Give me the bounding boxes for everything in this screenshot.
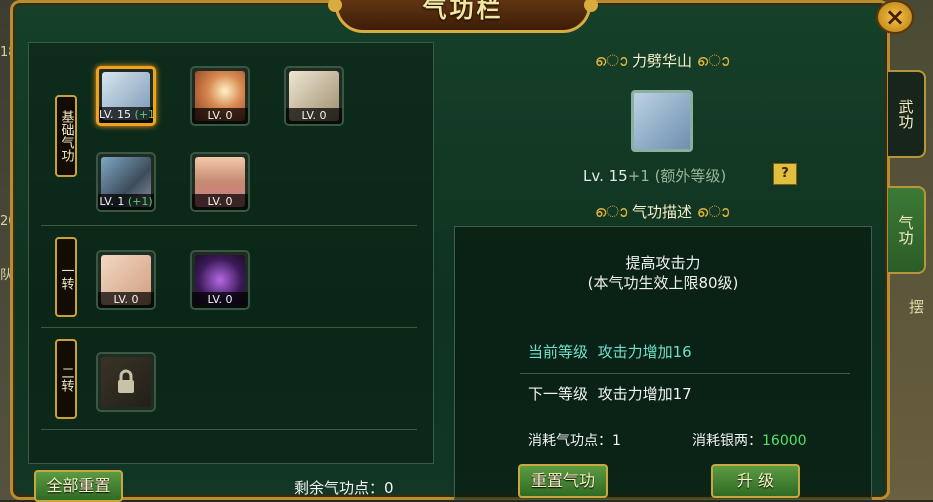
divider	[520, 373, 850, 374]
desc-line-2: (本气功生效上限80级)	[587, 274, 739, 292]
row-divider	[41, 429, 417, 430]
skill-slot-2[interactable]: LV. 0	[190, 66, 250, 126]
lock-icon	[101, 357, 151, 407]
row-divider	[41, 225, 417, 226]
skill-slot-lipi-huashan[interactable]: LV. 15 (+1)	[96, 66, 156, 126]
swirl-ornament-icon: ൊ	[696, 51, 730, 70]
skill-level: LV. 0	[192, 108, 248, 124]
skill-level: LV. 0	[286, 108, 342, 124]
close-button[interactable]: ×	[876, 0, 914, 34]
desc-header: 气功描述	[631, 203, 692, 221]
current-level-row: 当前等级 攻击力增加16	[528, 343, 692, 361]
help-button[interactable]: ?	[773, 163, 797, 185]
edge-text-right: 摆	[909, 298, 925, 316]
desc-line-1: 提高攻击力	[625, 254, 701, 272]
selected-skill-fist-icon	[631, 90, 693, 152]
skill-level: LV. 0	[98, 292, 154, 308]
upgrade-button[interactable]: 升 级	[711, 464, 800, 498]
tab-qigong[interactable]: 气功	[888, 186, 926, 274]
skill-level: LV. 0	[192, 194, 248, 210]
skill-slot-5[interactable]: LV. 0	[190, 152, 250, 212]
skill-level-info: Lv. 15+1 (额外等级)	[583, 167, 727, 185]
detail-title-row: ൊ 力劈华山 ൊ	[562, 50, 762, 71]
swirl-ornament-icon: ൊ	[594, 51, 628, 70]
skill-slot-3[interactable]: LV. 0	[284, 66, 344, 126]
skill-level: LV. 0	[192, 292, 248, 308]
skill-level: LV. 15 (+1)	[99, 107, 156, 123]
skill-slot-6[interactable]: LV. 0	[96, 250, 156, 310]
skill-slot-7[interactable]: LV. 0	[190, 250, 250, 310]
swirl-ornament-icon: ൊ	[696, 202, 730, 221]
reset-all-button[interactable]: 全部重置	[34, 470, 123, 502]
swirl-ornament-icon: ൊ	[594, 202, 628, 221]
cost-points: 消耗气功点：1	[528, 433, 621, 449]
skill-level: LV. 1 (+1)	[98, 194, 154, 210]
close-icon: ×	[884, 3, 906, 31]
row-divider	[41, 327, 417, 328]
tab-wugong[interactable]: 武功	[888, 70, 926, 158]
row-tag-basic: 基础气功	[55, 95, 77, 177]
skill-name: 力劈华山	[631, 52, 692, 70]
row-tag-second: 二转	[55, 339, 77, 419]
desc-header-row: ൊ 气功描述 ൊ	[562, 201, 762, 222]
window-title: 气功栏	[328, 0, 598, 33]
reset-skill-button[interactable]: 重置气功	[518, 464, 608, 498]
cost-silver: 消耗银两：16000	[692, 433, 807, 449]
skill-slot-8-locked[interactable]	[96, 352, 156, 412]
row-tag-first: 一转	[55, 237, 77, 317]
skill-slot-4[interactable]: LV. 1 (+1)	[96, 152, 156, 212]
next-level-row: 下一等级 攻击力增加17	[528, 385, 692, 403]
remaining-points: 剩余气功点：0	[294, 479, 394, 497]
